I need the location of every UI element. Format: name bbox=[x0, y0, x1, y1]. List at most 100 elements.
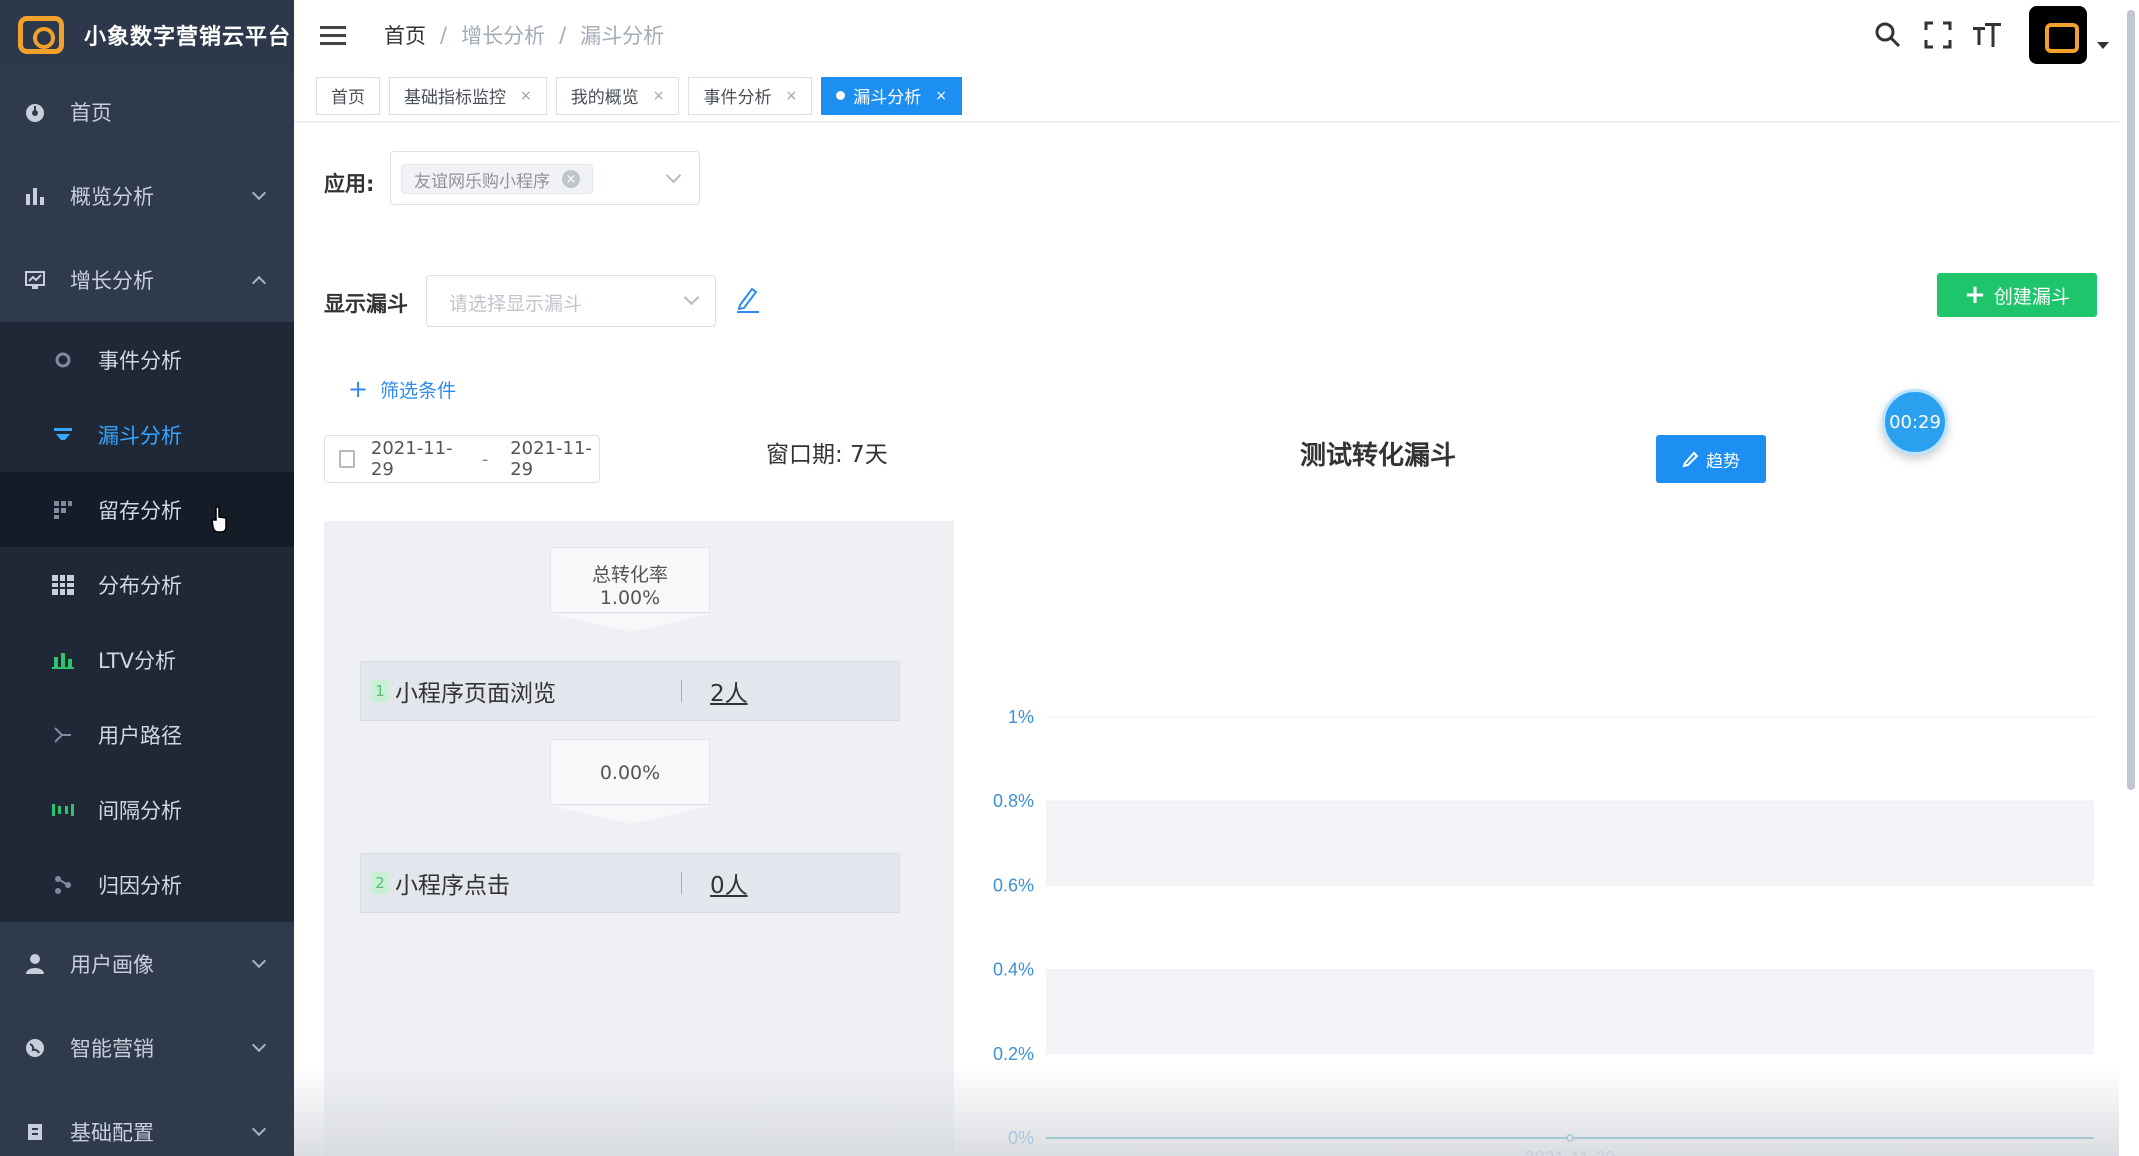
trend-button[interactable]: 趋势 bbox=[1656, 435, 1766, 483]
x-tick-label: 2021-11-29 bbox=[1525, 1148, 1616, 1156]
sidebar-item-label: 归因分析 bbox=[98, 873, 182, 898]
app-label: 应用: bbox=[324, 172, 375, 196]
fullscreen-icon[interactable] bbox=[1921, 18, 1955, 52]
step-number: 1 bbox=[371, 680, 389, 702]
sidebar-item-event-analysis[interactable]: 事件分析 bbox=[0, 322, 294, 397]
divider bbox=[681, 680, 682, 702]
close-icon[interactable]: × bbox=[785, 88, 797, 104]
sidebar-menu: 首页 概览分析 增长分析 bbox=[0, 70, 294, 322]
sidebar-item-retention-analysis[interactable]: 留存分析 bbox=[0, 472, 294, 547]
sidebar-item-label: 智能营销 bbox=[70, 1037, 154, 1061]
tab-label: 我的概览 bbox=[570, 88, 639, 108]
active-dot-icon bbox=[836, 91, 846, 100]
chevron-up-icon bbox=[251, 275, 267, 291]
globe-icon bbox=[24, 1037, 46, 1059]
y-tick-label: 1% bbox=[1008, 707, 1034, 727]
step-value[interactable]: 0人 bbox=[710, 866, 748, 900]
edit-icon[interactable] bbox=[734, 285, 762, 319]
selected-app-tag: 友谊网乐购小程序 × bbox=[401, 164, 593, 194]
font-size-icon[interactable] bbox=[1971, 18, 2005, 52]
tab-label: 基础指标监控 bbox=[404, 88, 506, 108]
edit-icon bbox=[1682, 451, 1699, 468]
tab-funnel-analysis[interactable]: 漏斗分析 × bbox=[821, 76, 962, 115]
chevron-down-icon bbox=[251, 953, 267, 969]
avatar[interactable] bbox=[2029, 6, 2087, 64]
funnel-select-placeholder: 请选择显示漏斗 bbox=[449, 293, 583, 315]
grid-table-icon bbox=[52, 574, 74, 596]
sidebar-item-label: 事件分析 bbox=[98, 348, 182, 373]
timer-badge[interactable]: 00:29 bbox=[1882, 389, 1948, 455]
bar-chart-icon bbox=[24, 185, 46, 207]
step-conversion-box: 0.00% bbox=[550, 739, 711, 824]
create-funnel-label: 创建漏斗 bbox=[1993, 285, 2070, 308]
scrollbar-thumb[interactable] bbox=[2127, 10, 2135, 790]
breadcrumb-current: 漏斗分析 bbox=[580, 24, 665, 48]
config-icon bbox=[24, 1121, 46, 1143]
date-separator: - bbox=[481, 448, 489, 470]
sidebar-item-smart-marketing[interactable]: 智能营销 bbox=[0, 1006, 294, 1090]
plus-icon: + bbox=[1964, 280, 1986, 310]
tags-view: 首页 基础指标监控 × 我的概览 × 事件分析 × 漏斗分析 × bbox=[294, 70, 2139, 122]
sidebar-menu-bottom: 用户画像 智能营销 基础配置 bbox=[0, 922, 294, 1156]
scrollbar[interactable] bbox=[2119, 0, 2139, 1156]
tab-my-overview[interactable]: 我的概览 × bbox=[555, 76, 680, 115]
sidebar-item-home[interactable]: 首页 bbox=[0, 70, 294, 154]
sidebar-item-distribution-analysis[interactable]: 分布分析 bbox=[0, 547, 294, 622]
close-icon[interactable]: × bbox=[935, 88, 947, 104]
date-start: 2021-11-29 bbox=[370, 438, 453, 480]
close-icon[interactable]: × bbox=[562, 170, 580, 188]
breadcrumb-home[interactable]: 首页 bbox=[384, 20, 426, 50]
retention-icon bbox=[52, 499, 74, 521]
selected-app-label: 友谊网乐购小程序 bbox=[414, 171, 550, 192]
close-icon[interactable]: × bbox=[653, 88, 665, 104]
sidebar-item-user-path[interactable]: 用户路径 bbox=[0, 697, 294, 772]
window-period: 窗口期: 7天 bbox=[766, 442, 888, 468]
sidebar-item-label: 概览分析 bbox=[70, 185, 154, 209]
sidebar-item-funnel-analysis[interactable]: 漏斗分析 bbox=[0, 397, 294, 472]
sidebar-item-interval-analysis[interactable]: 间隔分析 bbox=[0, 772, 294, 847]
add-filter-link[interactable]: + 筛选条件 bbox=[348, 375, 456, 403]
y-tick-label: 0.8% bbox=[993, 791, 1034, 811]
divider bbox=[681, 872, 682, 894]
sidebar-item-label: 用户路径 bbox=[98, 723, 182, 748]
step-value[interactable]: 2人 bbox=[710, 674, 748, 708]
menu-toggle-icon[interactable] bbox=[320, 21, 346, 50]
tab-event-analysis[interactable]: 事件分析 × bbox=[688, 76, 813, 115]
sidebar-item-label: 漏斗分析 bbox=[98, 423, 182, 448]
tab-label: 漏斗分析 bbox=[853, 88, 922, 108]
event-icon bbox=[52, 349, 74, 371]
sidebar-item-user-profile[interactable]: 用户画像 bbox=[0, 922, 294, 1006]
sidebar-item-label: 基础配置 bbox=[70, 1121, 154, 1145]
funnel-step-row[interactable]: 1 小程序页面浏览 2人 bbox=[360, 661, 900, 721]
breadcrumb-growth[interactable]: 增长分析 bbox=[461, 20, 545, 50]
attribution-icon bbox=[52, 874, 74, 896]
step-name: 小程序点击 bbox=[395, 873, 510, 899]
interval-icon bbox=[52, 799, 74, 821]
caret-down-icon[interactable] bbox=[2097, 41, 2109, 49]
sidebar-item-base-config[interactable]: 基础配置 bbox=[0, 1090, 294, 1156]
close-icon[interactable]: × bbox=[520, 88, 532, 104]
sidebar-item-attribution-analysis[interactable]: 归因分析 bbox=[0, 847, 294, 922]
funnel-select[interactable]: 请选择显示漏斗 bbox=[426, 275, 716, 327]
funnel-step-row[interactable]: 2 小程序点击 0人 bbox=[360, 853, 900, 913]
search-icon[interactable] bbox=[1871, 18, 1905, 52]
dashboard-icon bbox=[24, 101, 46, 123]
tab-label: 事件分析 bbox=[703, 88, 772, 108]
sidebar: 小象数字营销云平台 首页 概览分析 增长分析 事件分析 漏斗分析 留存分析 分布… bbox=[0, 0, 294, 1156]
y-tick-label: 0.4% bbox=[993, 960, 1034, 980]
create-funnel-button[interactable]: + 创建漏斗 bbox=[1937, 273, 2097, 317]
date-range-picker[interactable]: 2021-11-29 - 2021-11-29 bbox=[324, 435, 600, 483]
app-select[interactable]: 友谊网乐购小程序 × bbox=[390, 151, 700, 205]
funnel-title: 测试转化漏斗 bbox=[1300, 441, 1457, 471]
sidebar-item-overview[interactable]: 概览分析 bbox=[0, 154, 294, 238]
sidebar-item-growth[interactable]: 增长分析 bbox=[0, 238, 294, 322]
growth-submenu: 事件分析 漏斗分析 留存分析 分布分析 LTV分析 用户路径 间隔分析 归因分析 bbox=[0, 322, 294, 922]
sidebar-item-label: 间隔分析 bbox=[98, 798, 182, 823]
total-conversion-box: 总转化率 1.00% bbox=[550, 547, 711, 632]
sidebar-item-ltv-analysis[interactable]: LTV分析 bbox=[0, 622, 294, 697]
y-tick-label: 0.2% bbox=[993, 1044, 1034, 1064]
top-actions bbox=[1855, 0, 2109, 70]
tab-basic-metrics[interactable]: 基础指标监控 × bbox=[389, 76, 547, 115]
tab-home[interactable]: 首页 bbox=[316, 76, 380, 115]
chevron-down-icon bbox=[683, 289, 700, 306]
